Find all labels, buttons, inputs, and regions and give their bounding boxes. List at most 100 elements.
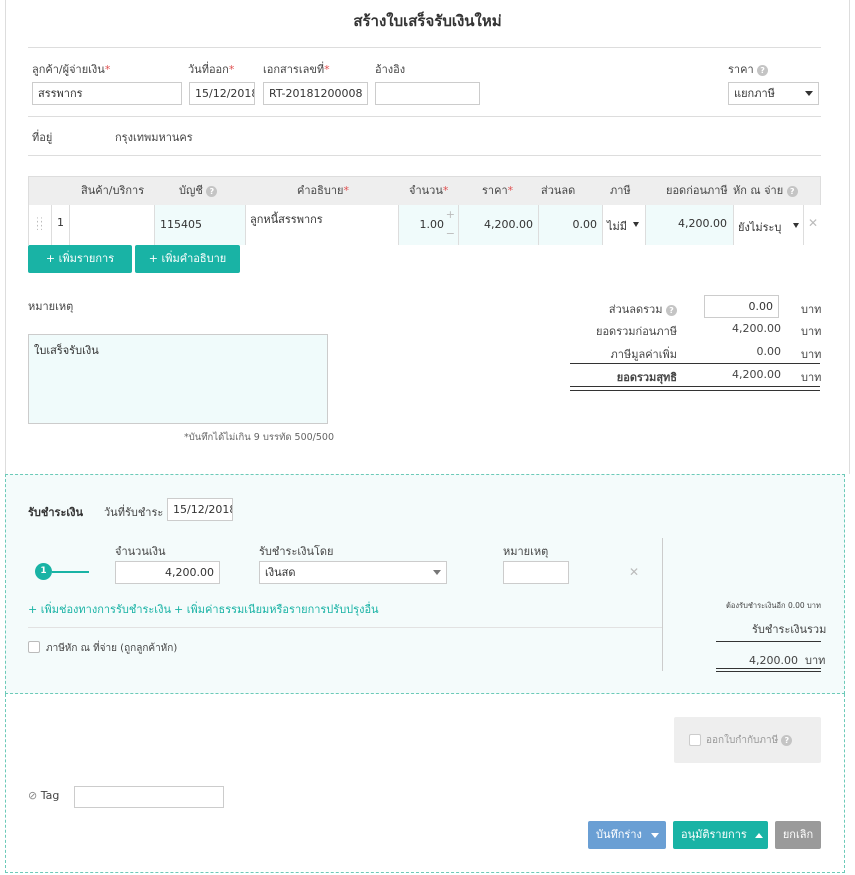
- tax-invoice-label: ออกใบกำกับภาษี ?: [706, 733, 793, 748]
- amount-input[interactable]: 4,200.00: [115, 561, 220, 584]
- add-channel-link[interactable]: + เพิ่มช่องทางการรับชำระเงิน: [28, 600, 171, 618]
- page-title: สร้างใบเสร็จรับเงินใหม่: [353, 12, 502, 30]
- col-discount: ส่วนลด: [541, 184, 576, 197]
- col-product: สินค้า/บริการ: [81, 184, 145, 197]
- divider: [28, 155, 821, 156]
- divider: [28, 116, 821, 117]
- chevron-down-icon: [793, 223, 799, 228]
- method-select[interactable]: เงินสด: [259, 561, 447, 584]
- remove-payment-button[interactable]: ✕: [629, 565, 639, 579]
- chevron-down-icon: [805, 91, 813, 96]
- cancel-button[interactable]: ยกเลิก: [775, 821, 821, 849]
- method-select-value: เงินสด: [265, 566, 296, 579]
- col-quantity: จำนวน*: [409, 184, 449, 197]
- chevron-down-icon: [651, 832, 659, 838]
- price-select-value: แยกภาษี: [734, 87, 775, 100]
- received-rule: [716, 641, 821, 642]
- summary-total-label: ยอดรวมสุทธิ: [616, 371, 677, 384]
- help-icon[interactable]: ?: [757, 64, 769, 76]
- notes-textarea[interactable]: ใบเสร็จรับเงิน: [28, 334, 328, 424]
- payment-note-label: หมายเหตุ: [503, 545, 549, 558]
- price-label: ราคา ?: [728, 60, 769, 78]
- discount-cell[interactable]: 0.00: [538, 205, 602, 245]
- payment-date-input[interactable]: 15/12/2018: [167, 498, 233, 521]
- tag-label: ⊘ Tag: [28, 789, 60, 802]
- tax-invoice-checkbox[interactable]: [689, 734, 701, 746]
- address-value: กรุงเทพมหานคร: [115, 131, 193, 144]
- add-description-button[interactable]: + เพิ่มคำอธิบาย: [135, 245, 240, 273]
- help-icon[interactable]: ?: [666, 304, 677, 316]
- summary-unit: บาท: [801, 371, 822, 384]
- withholding-checkbox[interactable]: [28, 641, 40, 653]
- summary-unit: บาท: [801, 325, 822, 338]
- summary-rule: [570, 390, 820, 391]
- tax-select[interactable]: ไม่มี: [602, 205, 645, 245]
- payment-date-label: วันที่รับชำระ: [104, 506, 164, 519]
- save-draft-button[interactable]: บันทึกร่าง: [588, 821, 666, 849]
- summary-unit: บาท: [801, 348, 822, 361]
- withholding-select[interactable]: ยังไม่ระบุ: [733, 205, 803, 245]
- summary-discount-label: ส่วนลดรวม ?: [609, 300, 677, 318]
- summary-pretax-label: ยอดรวมก่อนภาษี: [596, 325, 677, 338]
- summary-rule: [570, 363, 820, 364]
- save-draft-dropdown[interactable]: [644, 821, 666, 849]
- add-fee-link[interactable]: + เพิ่มค่าธรรมเนียมหรือรายการปรับปรุงอื่…: [174, 600, 379, 618]
- received-rule: [716, 668, 821, 669]
- summary-discount-input[interactable]: 0.00: [704, 295, 779, 318]
- payment-title: รับชำระเงิน: [28, 506, 83, 519]
- remove-row-button[interactable]: ✕: [803, 205, 821, 245]
- notes-label: หมายเหตุ: [28, 300, 74, 313]
- plus-icon[interactable]: +: [446, 208, 455, 221]
- table-row: :::::: 1 115405 ลูกหนี้สรรพากร 1.00 + − …: [28, 205, 821, 245]
- close-icon: ✕: [629, 565, 640, 579]
- withholding-label: ภาษีหัก ณ ที่จ่าย (ถูกลูกค้าหัก): [46, 643, 178, 654]
- col-description: คำอธิบาย*: [297, 184, 349, 197]
- drag-handle[interactable]: ::::::: [29, 205, 51, 245]
- product-cell[interactable]: [69, 205, 154, 245]
- payment-divider: [662, 538, 663, 671]
- received-label: รับชำระเงินรวม: [752, 623, 827, 636]
- items-grid-header: สินค้า/บริการ บัญชี ? คำอธิบาย* จำนวน* ร…: [28, 176, 821, 206]
- minus-icon[interactable]: −: [446, 227, 455, 240]
- help-icon[interactable]: ?: [786, 185, 798, 197]
- reference-input[interactable]: [375, 82, 480, 105]
- doc-no-input[interactable]: RT-20181200008: [263, 82, 368, 105]
- customer-label: ลูกค้า/ผู้จ่ายเงิน*: [32, 63, 111, 76]
- divider: [28, 627, 662, 628]
- pretax-cell: 4,200.00: [645, 205, 733, 245]
- approve-button[interactable]: อนุมัติรายการ: [673, 821, 768, 849]
- doc-no-label: เอกสารเลขที่*: [263, 63, 330, 76]
- quantity-stepper[interactable]: 1.00 + −: [398, 205, 458, 245]
- step-connector: [52, 571, 89, 573]
- price-select[interactable]: แยกภาษี: [728, 82, 819, 105]
- issue-date-label: วันที่ออก*: [188, 63, 235, 76]
- method-label: รับชำระเงินโดย: [259, 545, 334, 558]
- chevron-down-icon: [633, 222, 639, 227]
- frame-left-border: [5, 0, 6, 474]
- col-price: ราคา*: [482, 184, 514, 197]
- customer-input[interactable]: สรรพากร: [32, 82, 182, 105]
- chevron-up-icon: [755, 832, 763, 838]
- account-cell[interactable]: 115405: [154, 205, 245, 245]
- divider: [28, 47, 821, 48]
- chevron-down-icon: [433, 570, 441, 575]
- col-pretax: ยอดก่อนภาษี: [666, 184, 728, 197]
- tag-input[interactable]: [74, 786, 224, 808]
- notes-hint: *บันทึกได้ไม่เกิน 9 บรรทัด 500/500: [184, 432, 335, 443]
- add-item-button[interactable]: + เพิ่มรายการ: [28, 245, 132, 273]
- help-icon[interactable]: ?: [206, 185, 218, 197]
- tax-invoice-option[interactable]: ออกใบกำกับภาษี ?: [674, 717, 821, 763]
- payment-note-input[interactable]: [503, 561, 569, 584]
- frame-right-border: [849, 0, 850, 474]
- summary-pretax-value: 4,200.00: [732, 322, 781, 335]
- reference-label: อ้างอิง: [375, 63, 406, 76]
- close-icon: ✕: [808, 216, 819, 230]
- price-cell[interactable]: 4,200.00: [458, 205, 538, 245]
- description-cell[interactable]: ลูกหนี้สรรพากร: [245, 205, 398, 245]
- received-rule: [716, 671, 821, 672]
- help-icon[interactable]: ?: [781, 734, 793, 746]
- remaining-text: ต้องรับชำระเงินอีก 0.00 บาท: [726, 601, 821, 610]
- approve-dropdown[interactable]: [750, 821, 768, 849]
- row-index: 1: [51, 205, 69, 245]
- issue-date-input[interactable]: 15/12/2018: [189, 82, 255, 105]
